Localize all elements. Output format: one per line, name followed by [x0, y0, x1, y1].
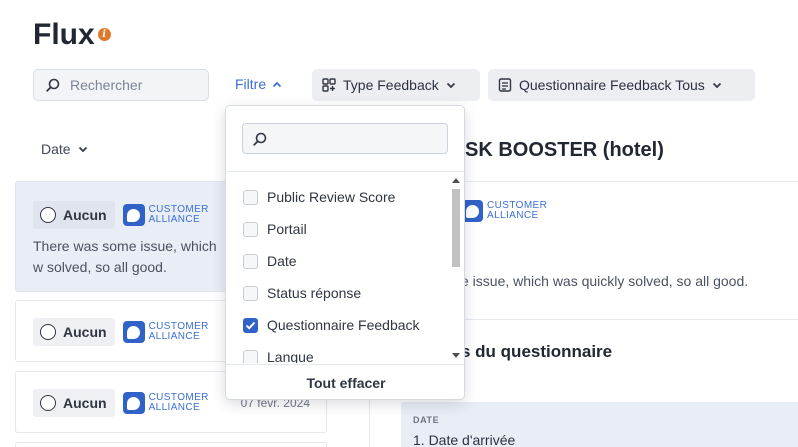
customer-alliance-logo: CUSTOMER ALLIANCE	[122, 321, 209, 343]
feedback-text: There was some issue, which w solved, so…	[33, 238, 217, 275]
divider	[226, 171, 464, 172]
filter-option[interactable]: Public Review Score	[243, 187, 395, 207]
checkbox[interactable]	[243, 189, 258, 205]
checkbox[interactable]	[243, 253, 258, 269]
filter-dropdown: Public Review Score Portail Date Status …	[225, 105, 465, 400]
feedback-card[interactable]	[15, 442, 327, 447]
chevron-up-icon	[273, 81, 282, 87]
search-icon	[46, 78, 60, 92]
qa-question: 1. Date d'arrivée	[413, 432, 516, 447]
status-toggle[interactable]: Aucun	[33, 389, 115, 417]
questionnaire-label: Questionnaire Feedback Tous	[519, 77, 705, 93]
questionnaire-answer: DATE 1. Date d'arrivée	[401, 402, 798, 447]
radio-icon	[40, 324, 56, 340]
chat-bubble-icon	[122, 321, 145, 343]
customer-alliance-logo: CUSTOMER ALLIANCE	[122, 204, 209, 226]
search-input[interactable]: Rechercher	[33, 69, 209, 101]
status-label: Aucun	[63, 324, 107, 340]
checkbox[interactable]	[243, 285, 258, 301]
chevron-down-icon	[446, 82, 455, 88]
status-toggle[interactable]: Aucun	[33, 201, 115, 229]
filter-label: Filtre	[235, 76, 267, 92]
detail-title: SK BOOSTER (hotel)	[465, 139, 664, 161]
scroll-thumb[interactable]	[452, 189, 460, 267]
filter-option[interactable]: Date	[243, 251, 297, 271]
chat-bubble-icon	[122, 204, 145, 226]
scrollbar[interactable]	[449, 175, 463, 365]
status-toggle[interactable]: Aucun	[33, 318, 115, 346]
chevron-down-icon	[712, 82, 721, 88]
search-icon	[253, 132, 267, 146]
questionnaire-dropdown[interactable]: Questionnaire Feedback Tous	[488, 69, 755, 101]
search-placeholder: Rechercher	[70, 77, 143, 93]
customer-alliance-logo: CUSTOMER ALLIANCE	[461, 200, 547, 222]
chevron-down-icon	[78, 146, 87, 152]
grid-icon	[322, 78, 336, 92]
detail-feedback-text: e issue, which was quickly solved, so al…	[461, 273, 749, 289]
type-feedback-dropdown[interactable]: Type Feedback	[312, 69, 480, 101]
radio-icon	[40, 207, 56, 223]
status-label: Aucun	[63, 207, 107, 223]
info-icon[interactable]: i	[97, 28, 111, 41]
checkbox[interactable]	[243, 349, 258, 363]
checkbox[interactable]	[243, 221, 258, 237]
clear-all-button[interactable]: Tout effacer	[226, 364, 464, 399]
type-feedback-label: Type Feedback	[343, 77, 439, 93]
page-title-text: Flux	[33, 18, 95, 51]
filter-search-input[interactable]	[242, 123, 448, 154]
filter-option[interactable]: Portail	[243, 219, 307, 239]
sort-date-button[interactable]: Date	[41, 141, 88, 157]
list-icon	[498, 78, 512, 92]
page-title: Flux i	[33, 18, 111, 52]
filter-button[interactable]: Filtre	[235, 76, 282, 92]
customer-alliance-logo: CUSTOMER ALLIANCE	[122, 392, 209, 414]
filter-option[interactable]: Status réponse	[243, 283, 361, 303]
radio-icon	[40, 395, 56, 411]
filter-options-list: Public Review Score Portail Date Status …	[226, 175, 464, 363]
chat-bubble-icon	[122, 392, 145, 414]
filter-option[interactable]: Questionnaire Feedback	[243, 315, 420, 335]
scroll-down-icon[interactable]	[452, 353, 460, 358]
sort-date-label: Date	[41, 141, 71, 157]
filter-option[interactable]: Langue	[243, 347, 314, 363]
status-label: Aucun	[63, 395, 107, 411]
check-icon	[245, 321, 256, 330]
scroll-up-icon[interactable]	[452, 178, 460, 183]
qa-label: DATE	[413, 415, 440, 425]
checkbox-checked[interactable]	[243, 317, 258, 333]
questionnaire-section-title: s du questionnaire	[461, 342, 613, 361]
